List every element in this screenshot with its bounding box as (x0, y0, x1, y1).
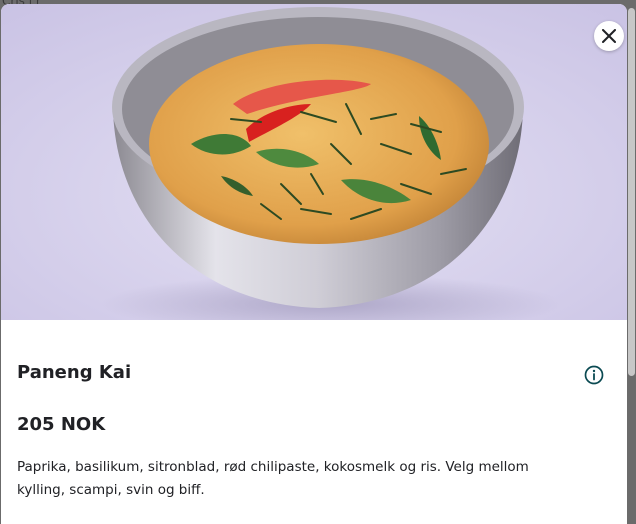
dish-modal: Paneng Kai 205 NOK Paprika, basilikum, s… (1, 4, 627, 524)
info-icon (584, 365, 604, 385)
dish-description: Paprika, basilikum, sitronblad, rød chil… (17, 459, 529, 498)
close-icon (602, 29, 616, 43)
info-button[interactable] (584, 365, 604, 385)
dish-price: 205 NOK (17, 414, 106, 435)
dish-image (1, 4, 627, 320)
modal-scrollbar[interactable] (628, 8, 635, 376)
close-button[interactable] (594, 21, 624, 51)
dish-title: Paneng Kai (17, 362, 132, 383)
